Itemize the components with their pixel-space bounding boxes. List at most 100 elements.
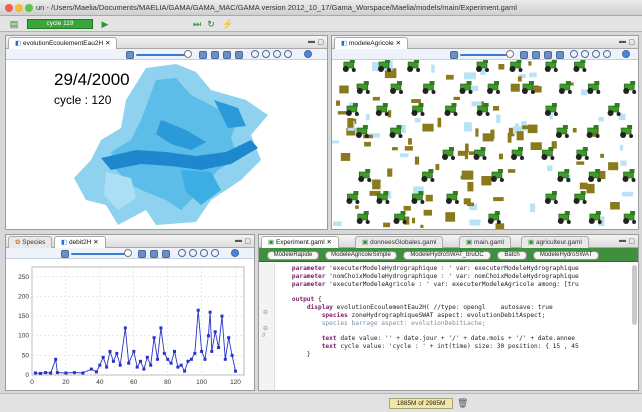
layers-icon[interactable] [211, 51, 219, 59]
zoom-fit-icon[interactable] [592, 50, 600, 58]
zoom-in-icon[interactable] [178, 249, 186, 257]
data-point [118, 363, 122, 367]
snapshot-icon[interactable] [520, 51, 528, 59]
tab-evolution-display[interactable]: ◧ evolutionEcoulementEau2H ✕ [8, 37, 118, 49]
minimize-window-icon[interactable] [15, 4, 23, 12]
code-line: species barrage aspect: evolutionDebitLa… [277, 320, 486, 328]
zoom-in-icon[interactable] [251, 50, 259, 58]
data-point [115, 351, 119, 355]
display-slider-knob[interactable] [124, 249, 132, 257]
fold-marker-icon[interactable]: ⊖ [263, 309, 268, 316]
maximize-panel-icon[interactable]: ▢ [628, 237, 635, 245]
focus-icon[interactable] [304, 50, 312, 58]
maximize-panel-icon[interactable]: ▢ [317, 38, 324, 46]
zoom-out-icon[interactable] [581, 50, 589, 58]
display-slider[interactable] [460, 54, 508, 56]
data-point [39, 371, 42, 375]
focus-icon[interactable] [622, 50, 630, 58]
zoom-out-icon[interactable] [262, 50, 270, 58]
water-parcel [621, 191, 634, 197]
tab-species[interactable]: ✿ Species [8, 236, 53, 248]
crop-parcel [337, 111, 347, 115]
sync-icon[interactable] [223, 51, 231, 59]
display-toolbar [6, 248, 254, 259]
minimize-panel-icon[interactable]: ▬ [235, 237, 242, 244]
lightning-icon[interactable]: ⚡ [222, 19, 233, 29]
zoom-fit-icon[interactable] [200, 249, 208, 257]
zoom-menu-icon[interactable] [284, 50, 292, 58]
maximize-panel-icon[interactable]: ▢ [244, 237, 251, 245]
tractor-icon [421, 169, 435, 182]
minimize-panel-icon[interactable]: ▬ [619, 38, 626, 45]
crop-parcel [392, 147, 398, 151]
water-parcel [471, 101, 482, 107]
zoom-window-icon[interactable] [25, 4, 33, 12]
tab-debit2h[interactable]: ◧ debit2H ✕ [54, 236, 106, 248]
overlay-icon[interactable] [556, 51, 564, 59]
modele-agricole-panel: ◧ modeleAgricole ✕ ▬ ▢ [331, 35, 639, 230]
data-point [193, 351, 197, 355]
tractor-icon [358, 169, 372, 182]
debit-chart: 0 50 100 150 200 250 0 20 40 60 80 100 120 [18, 266, 245, 386]
layout-icon[interactable]: ▤ [9, 19, 19, 29]
zoom-in-icon[interactable] [570, 50, 578, 58]
zoom-menu-icon[interactable] [603, 50, 611, 58]
experiment-button[interactable]: ModeleHydroSWAT_bruOC [403, 251, 491, 260]
tractor-icon [390, 81, 403, 94]
code-keyword: text [321, 343, 341, 350]
tractor-icon [346, 191, 360, 204]
zoom-fit-icon[interactable] [273, 50, 281, 58]
crop-parcel [435, 164, 440, 171]
overlay-icon[interactable] [235, 51, 243, 59]
editor-scrollbar[interactable] [632, 265, 637, 325]
snapshot-icon[interactable] [138, 250, 146, 258]
x-tick-label: 80 [164, 379, 172, 386]
play-icon[interactable]: ▶ [100, 19, 110, 29]
display-slider[interactable] [136, 54, 186, 56]
minimize-panel-icon[interactable]: ▬ [619, 237, 626, 244]
code-keyword: parameter [291, 265, 330, 272]
experiment-button[interactable]: ModeleAgricoleSimple [325, 251, 397, 260]
zoom-menu-icon[interactable] [211, 249, 219, 257]
data-point [81, 371, 85, 375]
display-slider-knob[interactable] [184, 50, 192, 58]
close-window-icon[interactable] [5, 4, 13, 12]
code-area[interactable]: parameter 'executerModeleHydrographique … [277, 265, 630, 388]
water-parcel [530, 203, 536, 213]
tractor-icon [375, 103, 389, 116]
y-tick-label: 250 [18, 274, 29, 281]
display-slider[interactable] [71, 253, 126, 255]
focus-icon[interactable] [231, 249, 239, 257]
agricultural-map-canvas[interactable] [332, 60, 638, 229]
step-icon[interactable]: ⏭ [192, 19, 202, 29]
zoom-out-icon[interactable] [189, 249, 197, 257]
trash-icon[interactable]: 🗑 [457, 398, 468, 409]
layers-icon[interactable] [150, 250, 158, 258]
tab-agriculteur-gaml[interactable]: ▣ agriculteur.gaml [521, 236, 589, 248]
display-slider-knob[interactable] [506, 50, 514, 58]
tab-donnees-globales[interactable]: ▣ donneesGlobales.gaml [355, 236, 444, 248]
fold-marker-icon[interactable]: ⊖ [263, 325, 268, 332]
tractor-icon [544, 191, 558, 204]
pause-icon[interactable] [61, 250, 69, 258]
maximize-panel-icon[interactable]: ▢ [628, 38, 635, 46]
tractor-icon [573, 60, 587, 72]
data-point [217, 346, 221, 349]
code-line: parameter 'executerModeleHydrographique … [277, 265, 579, 273]
tab-modele-agricole[interactable]: ◧ modeleAgricole ✕ [334, 37, 409, 49]
sync-icon[interactable] [544, 51, 552, 59]
minimize-panel-icon[interactable]: ▬ [308, 38, 315, 45]
reload-icon[interactable]: ↻ [206, 19, 216, 29]
pause-icon[interactable] [450, 51, 458, 59]
tab-experiment-gaml[interactable]: ▣ Experiment.gaml ✕ [261, 236, 339, 248]
status-bar: 1885M of 2985M 🗑 [0, 393, 642, 412]
experiment-button[interactable]: Batch [497, 251, 527, 260]
sync-icon[interactable] [162, 250, 170, 258]
layers-icon[interactable] [532, 51, 540, 59]
pause-icon[interactable] [126, 51, 134, 59]
tab-main-gaml[interactable]: ▣ main.gaml [459, 236, 511, 248]
experiment-button[interactable]: ModeleRapide [267, 251, 319, 260]
snapshot-icon[interactable] [199, 51, 207, 59]
window-title: un - /Users/Maelia/Documents/MAELIA/GAMA… [36, 3, 517, 12]
experiment-button[interactable]: ModeleHydroSWAT [533, 251, 599, 260]
